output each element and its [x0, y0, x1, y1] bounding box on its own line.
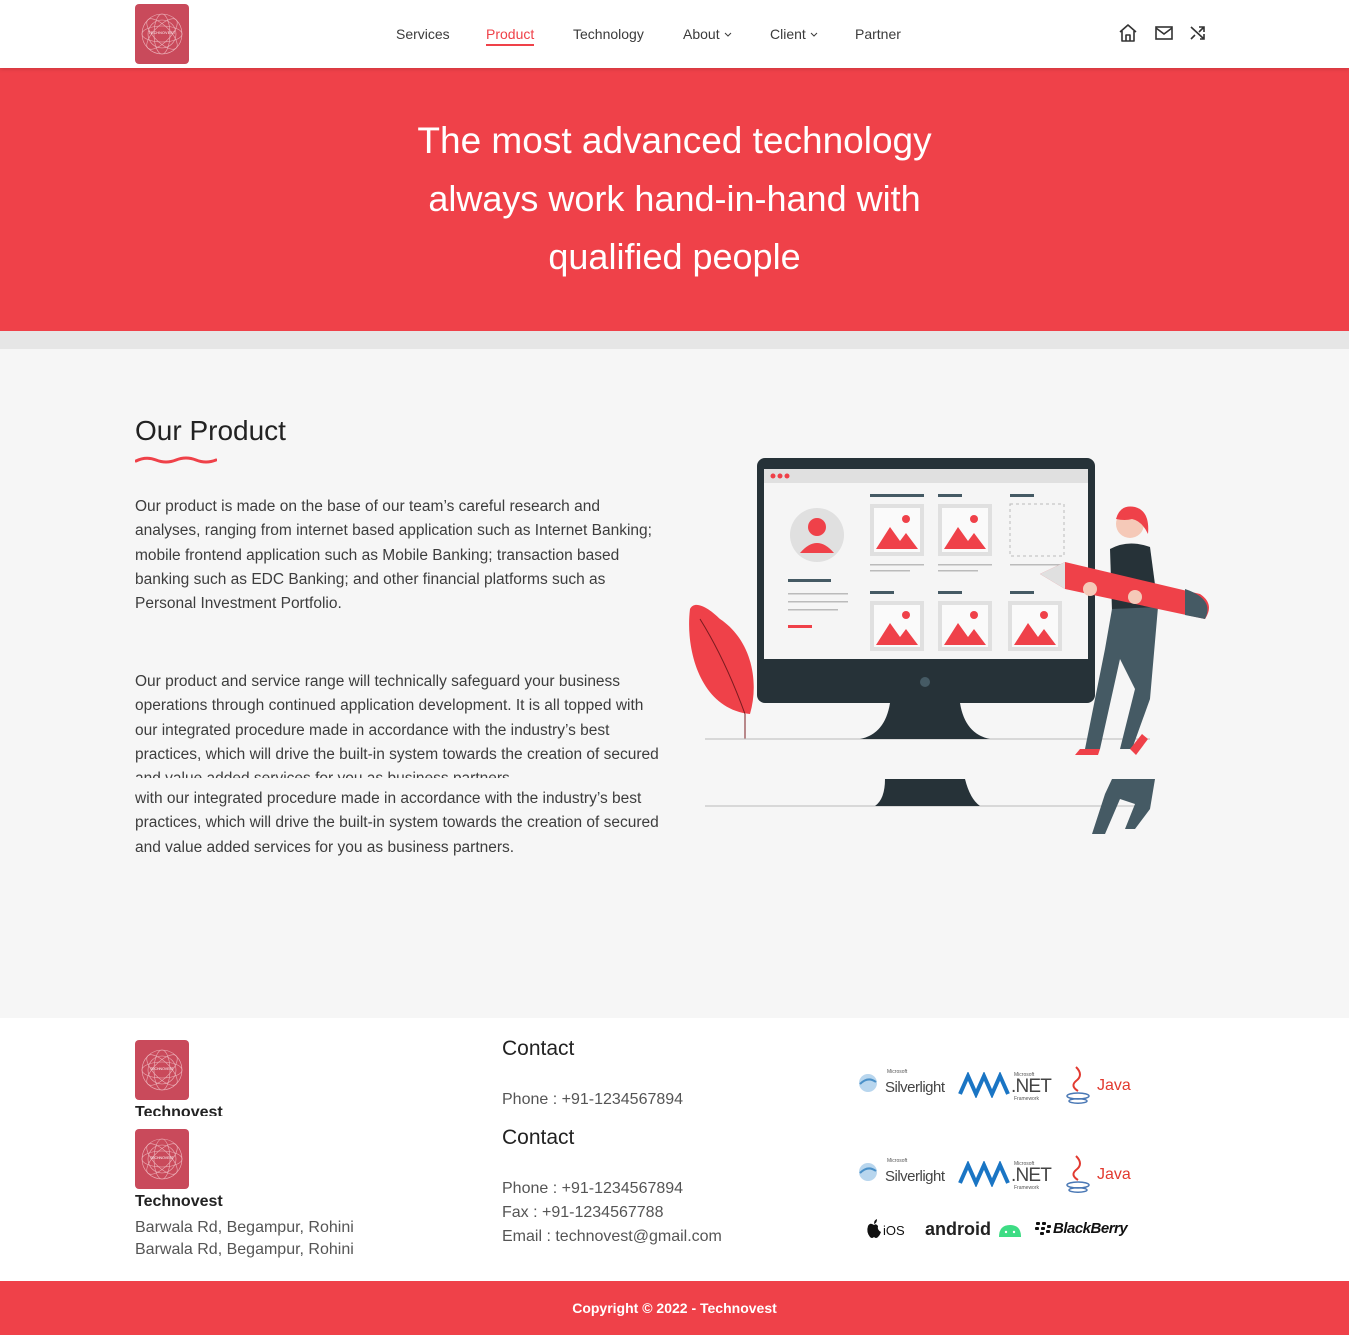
- blackberry-icon: [1035, 1222, 1051, 1235]
- footer-company-name-secondary: Technovest: [135, 1193, 223, 1210]
- shuffle-icon[interactable]: [1187, 22, 1209, 44]
- contact-phone[interactable]: Phone : +91-1234567894: [502, 1091, 683, 1109]
- silverlight-small: Microsoft: [887, 1158, 908, 1164]
- contact-title-secondary: Contact: [502, 1126, 575, 1149]
- dotnet-text: .NET: [1011, 1165, 1052, 1186]
- android-logo: android: [925, 1218, 1025, 1242]
- copyright-text: Copyright © 2022 - Technovest: [572, 1300, 777, 1316]
- hero-line-1: The most advanced technology: [417, 120, 932, 161]
- product-paragraph-2: Our product and service range will techn…: [135, 673, 659, 778]
- dotnet-wave-icon: [958, 1161, 1010, 1187]
- footer-address: Barwala Rd, Begampur, Rohini: [135, 1219, 354, 1236]
- title-wave-decoration: [135, 456, 217, 464]
- silverlight-logo: Microsoft Silverlight: [857, 1068, 952, 1108]
- silverlight-icon: [859, 1163, 877, 1181]
- silverlight-logo-secondary: Microsoft Silverlight: [857, 1157, 952, 1197]
- top-navbar: TECHNOVEST Services Product Technology A…: [0, 0, 1349, 68]
- product-section: Our Product Our product is made on the b…: [0, 349, 1349, 1018]
- product-paragraph-1: Our product is made on the base of our t…: [135, 498, 652, 613]
- section-title: Our Product: [135, 415, 286, 446]
- silverlight-text: Silverlight: [885, 1168, 945, 1185]
- apple-icon: [867, 1219, 881, 1238]
- nav-label: Client: [770, 26, 806, 42]
- nav-item-services[interactable]: Services: [396, 24, 450, 46]
- hero-line-2: always work hand-in-hand with: [428, 178, 921, 219]
- android-text: android: [925, 1219, 991, 1239]
- footer-address-repeat: Barwala Rd, Begampur, Rohini: [135, 1241, 354, 1258]
- section-divider: [0, 331, 1349, 349]
- dotnet-logo: Microsoft .NET Framework: [958, 1068, 1053, 1108]
- logo-text: TECHNOVEST: [150, 1156, 174, 1160]
- dotnet-wave-icon: [958, 1072, 1010, 1098]
- mail-icon[interactable]: [1153, 22, 1175, 44]
- ios-text: iOS: [883, 1223, 905, 1238]
- contact-fax[interactable]: Fax : +91-1234567788: [502, 1204, 663, 1222]
- silverlight-text: Silverlight: [885, 1079, 945, 1096]
- dotnet-sub: Framework: [1014, 1185, 1040, 1191]
- dotnet-text: .NET: [1011, 1076, 1052, 1097]
- nav-item-partner[interactable]: Partner: [855, 24, 901, 46]
- nav-item-client[interactable]: Client: [770, 24, 818, 46]
- contact-phone-secondary[interactable]: Phone : +91-1234567894: [502, 1180, 683, 1198]
- nav-label: Technology: [573, 26, 644, 42]
- silverlight-small: Microsoft: [887, 1069, 908, 1075]
- java-text: Java: [1097, 1077, 1131, 1094]
- contact-email[interactable]: Email : technovest@gmail.com: [502, 1228, 722, 1246]
- nav-item-about[interactable]: About: [683, 24, 732, 46]
- chevron-down-icon: [724, 32, 731, 37]
- chevron-down-icon: [810, 32, 818, 37]
- main-menu: Services Product Technology About Client…: [0, 24, 1349, 46]
- java-logo: Java: [1064, 1065, 1136, 1105]
- java-text: Java: [1097, 1166, 1131, 1183]
- footer-company-name: Technovest: [135, 1104, 223, 1116]
- ios-logo: iOS: [866, 1218, 906, 1242]
- nav-label: Product: [486, 26, 535, 42]
- logo-text: TECHNOVEST: [150, 1067, 174, 1071]
- hero-line-3: qualified people: [548, 236, 801, 277]
- nav-item-product[interactable]: Product: [486, 24, 535, 46]
- product-illustration: [689, 458, 1209, 834]
- java-logo-secondary: Java: [1064, 1154, 1136, 1194]
- blackberry-logo: BlackBerry: [1035, 1218, 1135, 1242]
- dotnet-sub: Framework: [1014, 1096, 1040, 1102]
- footer-logo[interactable]: TECHNOVEST: [135, 1040, 189, 1100]
- silverlight-icon: [859, 1074, 877, 1092]
- home-icon[interactable]: [1117, 22, 1139, 44]
- blackberry-text: BlackBerry: [1053, 1220, 1128, 1237]
- nav-item-technology[interactable]: Technology: [573, 24, 644, 46]
- nav-label: About: [683, 26, 720, 42]
- footer-logo-secondary[interactable]: TECHNOVEST: [135, 1129, 189, 1189]
- nav-label: Partner: [855, 26, 901, 42]
- contact-title: Contact: [502, 1037, 575, 1060]
- nav-label: Services: [396, 26, 450, 42]
- hero-banner: The most advanced technology always work…: [0, 68, 1349, 331]
- android-robot-icon: [999, 1225, 1021, 1237]
- copyright-bar: Copyright © 2022 - Technovest: [0, 1281, 1349, 1335]
- java-cup-icon: [1066, 1066, 1090, 1104]
- site-footer: TECHNOVEST Technovest TECHNOVEST Technov…: [0, 1018, 1349, 1281]
- dotnet-logo-secondary: Microsoft .NET Framework: [958, 1157, 1053, 1197]
- product-paragraph-3: with our integrated procedure made in ac…: [135, 790, 659, 856]
- java-cup-icon: [1066, 1155, 1090, 1193]
